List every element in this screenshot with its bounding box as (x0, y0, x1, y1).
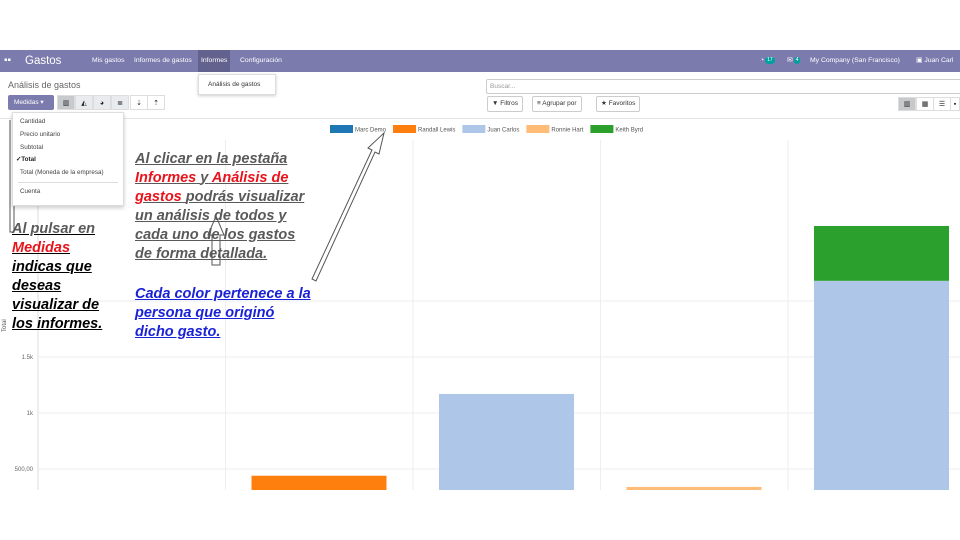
filters-label: Filtros (500, 100, 518, 107)
star-icon: ★ (601, 100, 607, 107)
pivot-view-button[interactable]: ▦ (916, 97, 934, 111)
bar-chart-icon: ▥ (62, 100, 70, 107)
legend-label: Juan Carlos (487, 128, 519, 134)
graph-icon: ▥ (903, 101, 911, 108)
chart-legend: Marc Demo Randall Lewis Juan Carlos Ronnie … (330, 125, 643, 134)
grid-icon[interactable]: ▪▪ (4, 50, 11, 72)
menu-informes[interactable]: Informes (198, 50, 231, 72)
legend-label: Marc Demo (355, 128, 387, 134)
favorites-button[interactable]: ★ Favoritos (596, 96, 641, 112)
sort-asc-button[interactable]: ⇡ (147, 95, 165, 110)
bar-chart-button[interactable]: ▥ (57, 95, 75, 110)
dropdown-item-analisis[interactable]: Análisis de gastos (199, 81, 260, 88)
medidas-annotation: Al pulsar en Medidas indicas que deseas … (12, 221, 103, 332)
user-name: Juan Carl (924, 57, 954, 64)
stack-icon: ≣ (117, 100, 123, 107)
groupby-label: Agrupar por (542, 100, 577, 107)
legend-swatch (330, 125, 353, 133)
list-view-button[interactable]: ☰ (933, 97, 951, 111)
menu-informes-de-gastos[interactable]: Informes de gastos (134, 50, 192, 72)
legend-label: Ronnie Hart (551, 128, 583, 134)
legend-swatch (393, 125, 417, 133)
favorites-label: Favoritos (608, 100, 636, 107)
avatar: ▣ (916, 57, 923, 64)
breadcrumb: Análisis de gastos (8, 80, 81, 90)
list-icon: ≡ (537, 100, 541, 107)
measure-cuenta[interactable]: Cuenta (20, 188, 40, 195)
bar (626, 486, 762, 490)
measures-label: Medidas ▾ (14, 99, 44, 106)
line-chart-button[interactable]: ◭ (75, 95, 93, 110)
measures-menu: Cantidad Precio unitario Subtotal ✓Total… (12, 112, 124, 206)
chat-icon: ✉ (787, 57, 793, 64)
sort-desc-button[interactable]: ⇣ (130, 95, 148, 110)
line-chart-icon: ◭ (81, 100, 87, 107)
groupby-button[interactable]: ≡ Agrupar por (532, 96, 582, 112)
y-axis: 500,00 1k 1.5k (15, 355, 34, 473)
sort-desc-icon: ⇣ (136, 100, 142, 107)
bar (814, 225, 949, 281)
top-navbar: ▪▪ Gastos Mis gastos Informes de gastos … (0, 50, 960, 72)
measure-precio-unitario[interactable]: Precio unitario (20, 131, 60, 138)
stacked-button[interactable]: ≣ (111, 95, 129, 110)
color-annotation: Cada color pertenece a la persona que or… (135, 286, 311, 340)
filter-icon: ▼ (492, 100, 499, 107)
informes-dropdown: Análisis de gastos (198, 74, 276, 95)
activity-button[interactable]: ◔ 17 (760, 50, 775, 72)
menu-mis-gastos[interactable]: Mis gastos (92, 50, 124, 72)
analisis-annotation: Al clicar en la pestaña Informes y Análi… (135, 151, 305, 262)
legend-label: Randall Lewis (418, 128, 455, 134)
pie-chart-icon: ◕ (99, 100, 105, 107)
user-menu[interactable]: ▣ Juan Carl (916, 50, 953, 72)
legend-swatch (590, 125, 614, 133)
pie-chart-button[interactable]: ◕ (93, 95, 111, 110)
measure-total-moneda[interactable]: Total (Moneda de la empresa) (20, 169, 104, 176)
arrow-legend (311, 131, 385, 282)
bar (251, 475, 387, 490)
menu-divider (18, 182, 118, 183)
y-tick-label: 1k (27, 411, 34, 417)
app-title[interactable]: Gastos (25, 50, 61, 72)
filters-button[interactable]: ▼ Filtros (487, 96, 523, 112)
graph-view-button[interactable]: ▥ (898, 97, 916, 111)
measure-total-label: Total (21, 156, 36, 163)
legend-swatch (462, 125, 486, 133)
measure-total[interactable]: ✓Total (16, 156, 36, 163)
menu-configuracion[interactable]: Configuración (240, 50, 282, 72)
bar (814, 280, 949, 490)
bar (439, 393, 574, 490)
sort-asc-icon: ⇡ (153, 100, 159, 107)
measure-cantidad[interactable]: Cantidad (20, 118, 45, 125)
y-tick-label: 500,00 (15, 467, 34, 473)
clock-icon: ◔ (760, 57, 765, 64)
measures-button[interactable]: Medidas ▾ (8, 95, 54, 110)
table-icon: ▦ (921, 101, 929, 108)
company-switcher[interactable]: My Company (San Francisco) (810, 50, 900, 72)
y-axis-title: Total (2, 319, 8, 332)
list-view-icon: ☰ (938, 101, 946, 108)
measure-subtotal[interactable]: Subtotal (20, 144, 43, 151)
kanban-icon: ▪ (953, 101, 957, 108)
activity-badge: 17 (765, 56, 775, 64)
search-input[interactable]: Buscar... (486, 79, 960, 94)
kanban-view-button[interactable]: ▪ (950, 97, 960, 111)
messages-badge: 4 (793, 56, 801, 64)
legend-label: Keith Byrd (615, 128, 643, 134)
messages-button[interactable]: ✉ 4 (787, 50, 801, 72)
legend-swatch (526, 125, 550, 133)
y-tick-label: 1.5k (22, 355, 34, 361)
